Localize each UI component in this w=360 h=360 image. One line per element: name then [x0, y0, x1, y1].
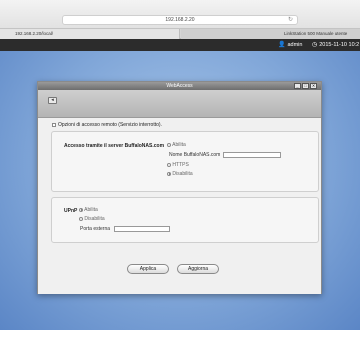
window-toolbar: ◂: [38, 90, 321, 118]
datetime-text: 2015-11-10 10:2: [319, 42, 360, 48]
upnp-heading: UPnP: [64, 208, 78, 214]
browser-tab-strip: 192.168.2.20/local/ LinkStation 500 Manu…: [0, 28, 360, 39]
buffalonas-name-label: Nome BuffaloNAS.com: [169, 152, 221, 158]
buffalonas-disable-radio[interactable]: [167, 171, 171, 176]
refresh-button[interactable]: Aggiorna: [177, 264, 219, 274]
window-title: WebAccess: [166, 83, 193, 89]
username: admin: [287, 42, 303, 48]
user-icon: 👤: [278, 42, 286, 48]
buffalonas-disable-option[interactable]: Disabilita: [167, 171, 193, 177]
upnp-enable-radio[interactable]: [79, 207, 83, 212]
buffalonas-enable-option[interactable]: Abilita: [167, 142, 186, 148]
browser-tab-manual[interactable]: LinkStation 500 Manuale utente: [181, 29, 360, 39]
reload-icon[interactable]: ↻: [288, 16, 293, 24]
apply-button[interactable]: Applica: [127, 264, 169, 274]
back-arrow-icon[interactable]: ◂: [48, 97, 57, 104]
buffalonas-disable-label: Disabilita: [172, 171, 193, 177]
page-bottom: [0, 330, 360, 360]
remote-access-label: Opzioni di accesso remoto (Servizio inte…: [58, 122, 162, 128]
nas-header-bar: 👤 admin ◷ 2015-11-10 10:2: [0, 39, 360, 51]
maximize-button[interactable]: □: [302, 83, 309, 89]
buffalonas-enable-radio[interactable]: [167, 142, 171, 147]
browser-toolbar: 192.168.2.20 ↻: [0, 0, 360, 28]
close-button[interactable]: ✕: [310, 83, 317, 89]
remote-access-checkbox[interactable]: [52, 122, 56, 127]
remote-access-option[interactable]: Opzioni di accesso remoto (Servizio inte…: [52, 122, 162, 128]
webaccess-window: WebAccess _ □ ✕ ◂ Opzioni di accesso rem…: [37, 81, 322, 294]
tab-label: LinkStation 500 Manuale utente: [284, 31, 348, 36]
window-controls: _ □ ✕: [294, 83, 317, 89]
upnp-disable-radio[interactable]: [79, 216, 83, 221]
address-bar[interactable]: 192.168.2.20 ↻: [62, 15, 298, 25]
buffalonas-name-input[interactable]: [223, 152, 281, 158]
user-menu[interactable]: 👤 admin: [278, 39, 302, 51]
clock-icon: ◷: [312, 42, 318, 48]
url-text: 192.168.2.20: [165, 17, 195, 23]
external-port-input[interactable]: [114, 226, 170, 232]
upnp-disable-label: Disabilita: [84, 216, 105, 222]
window-titlebar[interactable]: WebAccess _ □ ✕: [38, 82, 321, 90]
buffalonas-enable-label: Abilita: [172, 142, 186, 148]
https-label: HTTPS: [172, 162, 189, 168]
clock: ◷ 2015-11-10 10:2: [312, 39, 359, 51]
minimize-button[interactable]: _: [294, 83, 301, 89]
browser-tab-local[interactable]: 192.168.2.20/local/: [0, 29, 180, 39]
upnp-enable-option[interactable]: Abilita: [79, 207, 98, 213]
https-option[interactable]: HTTPS: [167, 162, 189, 168]
upnp-disable-option[interactable]: Disabilita: [79, 216, 105, 222]
buffalonas-heading: Accesso tramite il server BuffaloNAS.com: [64, 143, 165, 149]
port-label: Porta esterna: [80, 226, 111, 232]
https-radio[interactable]: [167, 162, 171, 167]
upnp-enable-label: Abilita: [84, 207, 98, 213]
upnp-group: UPnP Abilita Disabilita Porta esterna: [51, 197, 319, 243]
window-body: Opzioni di accesso remoto (Servizio inte…: [38, 118, 321, 294]
buffalonas-group: Accesso tramite il server BuffaloNAS.com…: [51, 131, 319, 192]
tab-label: 192.168.2.20/local/: [15, 31, 54, 36]
